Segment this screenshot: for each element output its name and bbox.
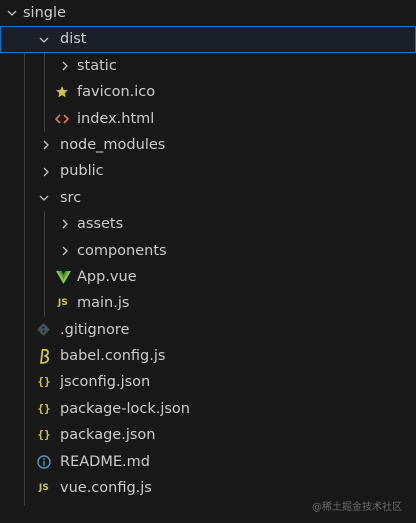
tree-item-label: package.json — [60, 427, 156, 444]
tree-item-main-js[interactable]: JS main.js — [0, 290, 416, 316]
tree-item-label: favicon.ico — [77, 84, 156, 101]
tree-item-label: .gitignore — [60, 321, 130, 338]
tree-item-label: public — [60, 163, 104, 180]
tree-item-label: index.html — [77, 110, 155, 127]
tree-item-label: components — [77, 242, 167, 259]
tree-item-node-modules[interactable]: node_modules — [0, 132, 416, 158]
tree-item-label: static — [77, 57, 117, 74]
tree-item-readme[interactable]: README.md — [0, 449, 416, 475]
tree-item-label: main.js — [77, 295, 130, 312]
tree-item-static[interactable]: static — [0, 53, 416, 79]
html-icon — [54, 106, 70, 132]
json-icon: {} — [37, 375, 51, 389]
chevron-down-icon[interactable] — [4, 0, 20, 26]
tree-item-single[interactable]: single — [0, 0, 416, 26]
tree-item-src[interactable]: src — [0, 185, 416, 211]
file-explorer-tree: single dist static favicon.ico index.htm… — [0, 0, 416, 506]
chevron-right-icon[interactable] — [38, 132, 54, 158]
tree-item-label: assets — [77, 216, 124, 233]
tree-item-label: src — [60, 189, 82, 206]
chevron-right-icon[interactable] — [57, 211, 73, 237]
tree-item-assets[interactable]: assets — [0, 211, 416, 237]
tree-item-gitignore[interactable]: .gitignore — [0, 317, 416, 343]
json-icon: {} — [37, 428, 51, 442]
babel-icon — [36, 343, 52, 369]
info-icon — [36, 449, 52, 475]
tree-item-label: README.md — [60, 453, 150, 470]
tree-item-package-json[interactable]: {} package.json — [0, 422, 416, 448]
tree-item-label: package-lock.json — [60, 400, 190, 417]
tree-item-index-html[interactable]: index.html — [0, 106, 416, 132]
chevron-right-icon[interactable] — [38, 158, 54, 184]
tree-item-label: dist — [60, 31, 87, 48]
tree-item-label: vue.config.js — [60, 480, 152, 497]
tree-item-jsconfig[interactable]: {} jsconfig.json — [0, 369, 416, 395]
tree-item-favicon[interactable]: favicon.ico — [0, 79, 416, 105]
tree-item-label: babel.config.js — [60, 348, 166, 365]
git-icon — [35, 317, 51, 343]
tree-item-app-vue[interactable]: App.vue — [0, 264, 416, 290]
tree-item-label: single — [23, 5, 66, 21]
tree-item-label: node_modules — [60, 136, 166, 153]
tree-item-components[interactable]: components — [0, 238, 416, 264]
star-icon — [54, 79, 70, 105]
tree-item-label: App.vue — [77, 268, 137, 285]
json-icon: {} — [37, 401, 51, 415]
tree-item-babel-config[interactable]: babel.config.js — [0, 343, 416, 369]
chevron-down-icon[interactable] — [36, 185, 52, 211]
vue-icon — [55, 264, 71, 290]
tree-item-dist[interactable]: dist — [0, 26, 416, 53]
chevron-right-icon[interactable] — [57, 53, 73, 79]
js-icon: JS — [38, 483, 50, 494]
tree-item-package-lock[interactable]: {} package-lock.json — [0, 396, 416, 422]
chevron-down-icon[interactable] — [36, 26, 52, 52]
watermark: @稀土掘金技术社区 — [312, 502, 402, 513]
js-icon: JS — [57, 298, 69, 309]
tree-item-public[interactable]: public — [0, 158, 416, 184]
tree-item-label: jsconfig.json — [60, 374, 151, 391]
chevron-right-icon[interactable] — [57, 238, 73, 264]
